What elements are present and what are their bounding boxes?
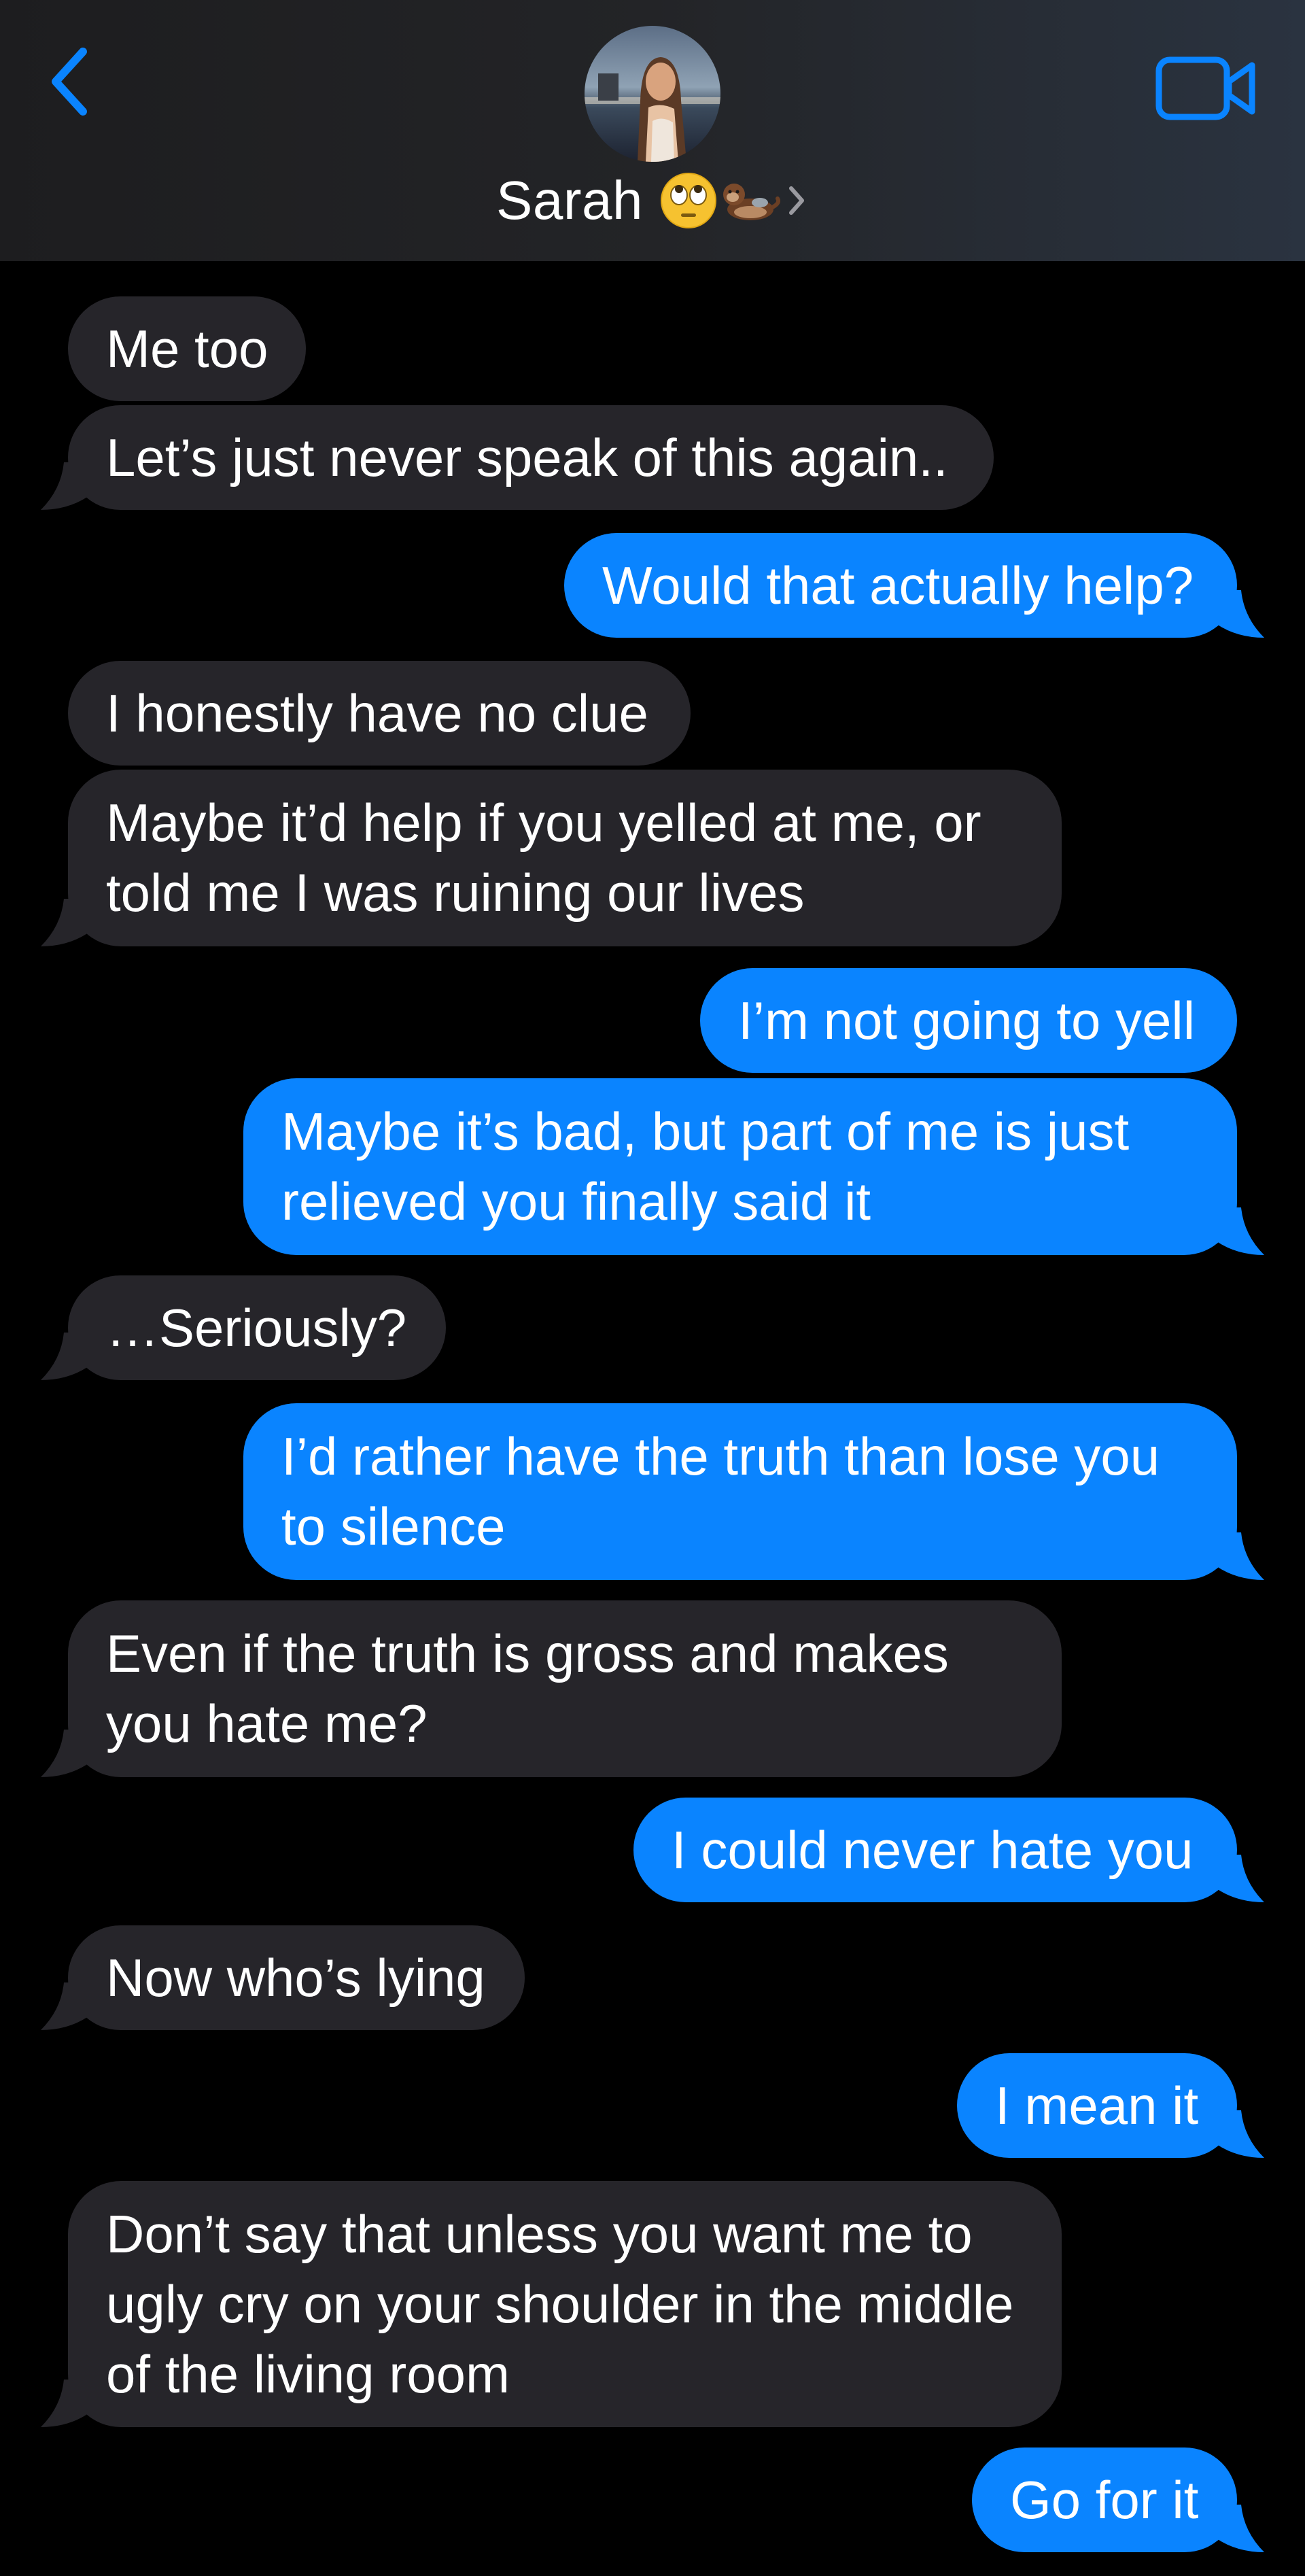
message-text: Even if the truth is gross and makes you… [106,1624,949,1753]
received-bubble-tail [41,1333,88,1380]
video-camera-icon [1155,56,1255,120]
received-bubble-tail [41,1730,88,1777]
message-text: I’d rather have the truth than lose you … [281,1426,1160,1556]
video-call-button[interactable] [1155,54,1257,122]
message-text: Maybe it’d help if you yelled at me, or … [106,793,981,923]
sent-bubble-tail [1217,1532,1264,1580]
face-with-rolling-eyes-emoji-icon [660,173,716,228]
message-text: I could never hate you [672,1819,1194,1880]
sent-message-bubble[interactable]: I’d rather have the truth than lose you … [243,1403,1237,1580]
received-message-bubble[interactable]: Let’s just never speak of this again.. [68,405,994,510]
message-text: Would that actually help? [602,555,1194,615]
message-text: Me too [106,318,268,379]
message-text: I’m not going to yell [738,990,1196,1050]
avatar-photo [585,26,720,162]
message-text: Maybe it’s bad, but part of me is just r… [281,1101,1130,1231]
received-bubble-tail [41,1982,88,2030]
received-message-bubble[interactable]: Don’t say that unless you want me to ugl… [68,2181,1062,2427]
sent-message-bubble[interactable]: I could never hate you [633,1798,1237,1902]
received-bubble-tail [41,462,88,510]
received-message-bubble[interactable]: I honestly have no clue [68,661,691,766]
contact-avatar[interactable] [585,26,720,162]
sent-bubble-tail [1217,1207,1264,1255]
message-text: Go for it [1010,2469,1199,2530]
back-button[interactable] [41,41,95,122]
sent-bubble-tail [1217,2110,1264,2158]
received-message-bubble[interactable]: Maybe it’d help if you yelled at me, or … [68,770,1062,946]
received-message-bubble[interactable]: Me too [68,296,306,401]
contact-name: Sarah [496,170,643,230]
message-text: I mean it [995,2075,1199,2135]
message-thread[interactable]: Me too Let’s just never speak of this ag… [0,261,1305,2576]
message-text: Let’s just never speak of this again.. [106,427,948,487]
sent-bubble-tail [1217,1855,1264,1902]
message-text: Don’t say that unless you want me to ugl… [106,2203,1014,2404]
chevron-left-icon [52,48,87,116]
otter-emoji-icon [723,184,780,220]
sent-bubble-tail [1217,2505,1264,2552]
received-message-bubble[interactable]: Now who’s lying [68,1925,525,2030]
message-text: I honestly have no clue [106,683,648,743]
received-message-bubble[interactable]: …Seriously? [68,1275,446,1380]
chevron-right-icon [788,186,804,215]
contact-name-row[interactable]: Sarah [0,163,1305,238]
received-bubble-tail [41,899,88,946]
sent-bubble-tail [1217,590,1264,638]
sent-message-bubble[interactable]: Would that actually help? [564,533,1237,638]
received-bubble-tail [41,2380,88,2427]
conversation-header: Sarah [0,0,1305,261]
message-text: Now who’s lying [106,1947,485,2008]
sent-message-bubble[interactable]: Maybe it’s bad, but part of me is just r… [243,1078,1237,1255]
sent-message-bubble[interactable]: I’m not going to yell [700,968,1237,1073]
sent-message-bubble[interactable]: I mean it [957,2053,1237,2158]
sent-message-bubble[interactable]: Go for it [972,2448,1237,2552]
received-message-bubble[interactable]: Even if the truth is gross and makes you… [68,1600,1062,1777]
message-text: …Seriously? [106,1297,407,1358]
